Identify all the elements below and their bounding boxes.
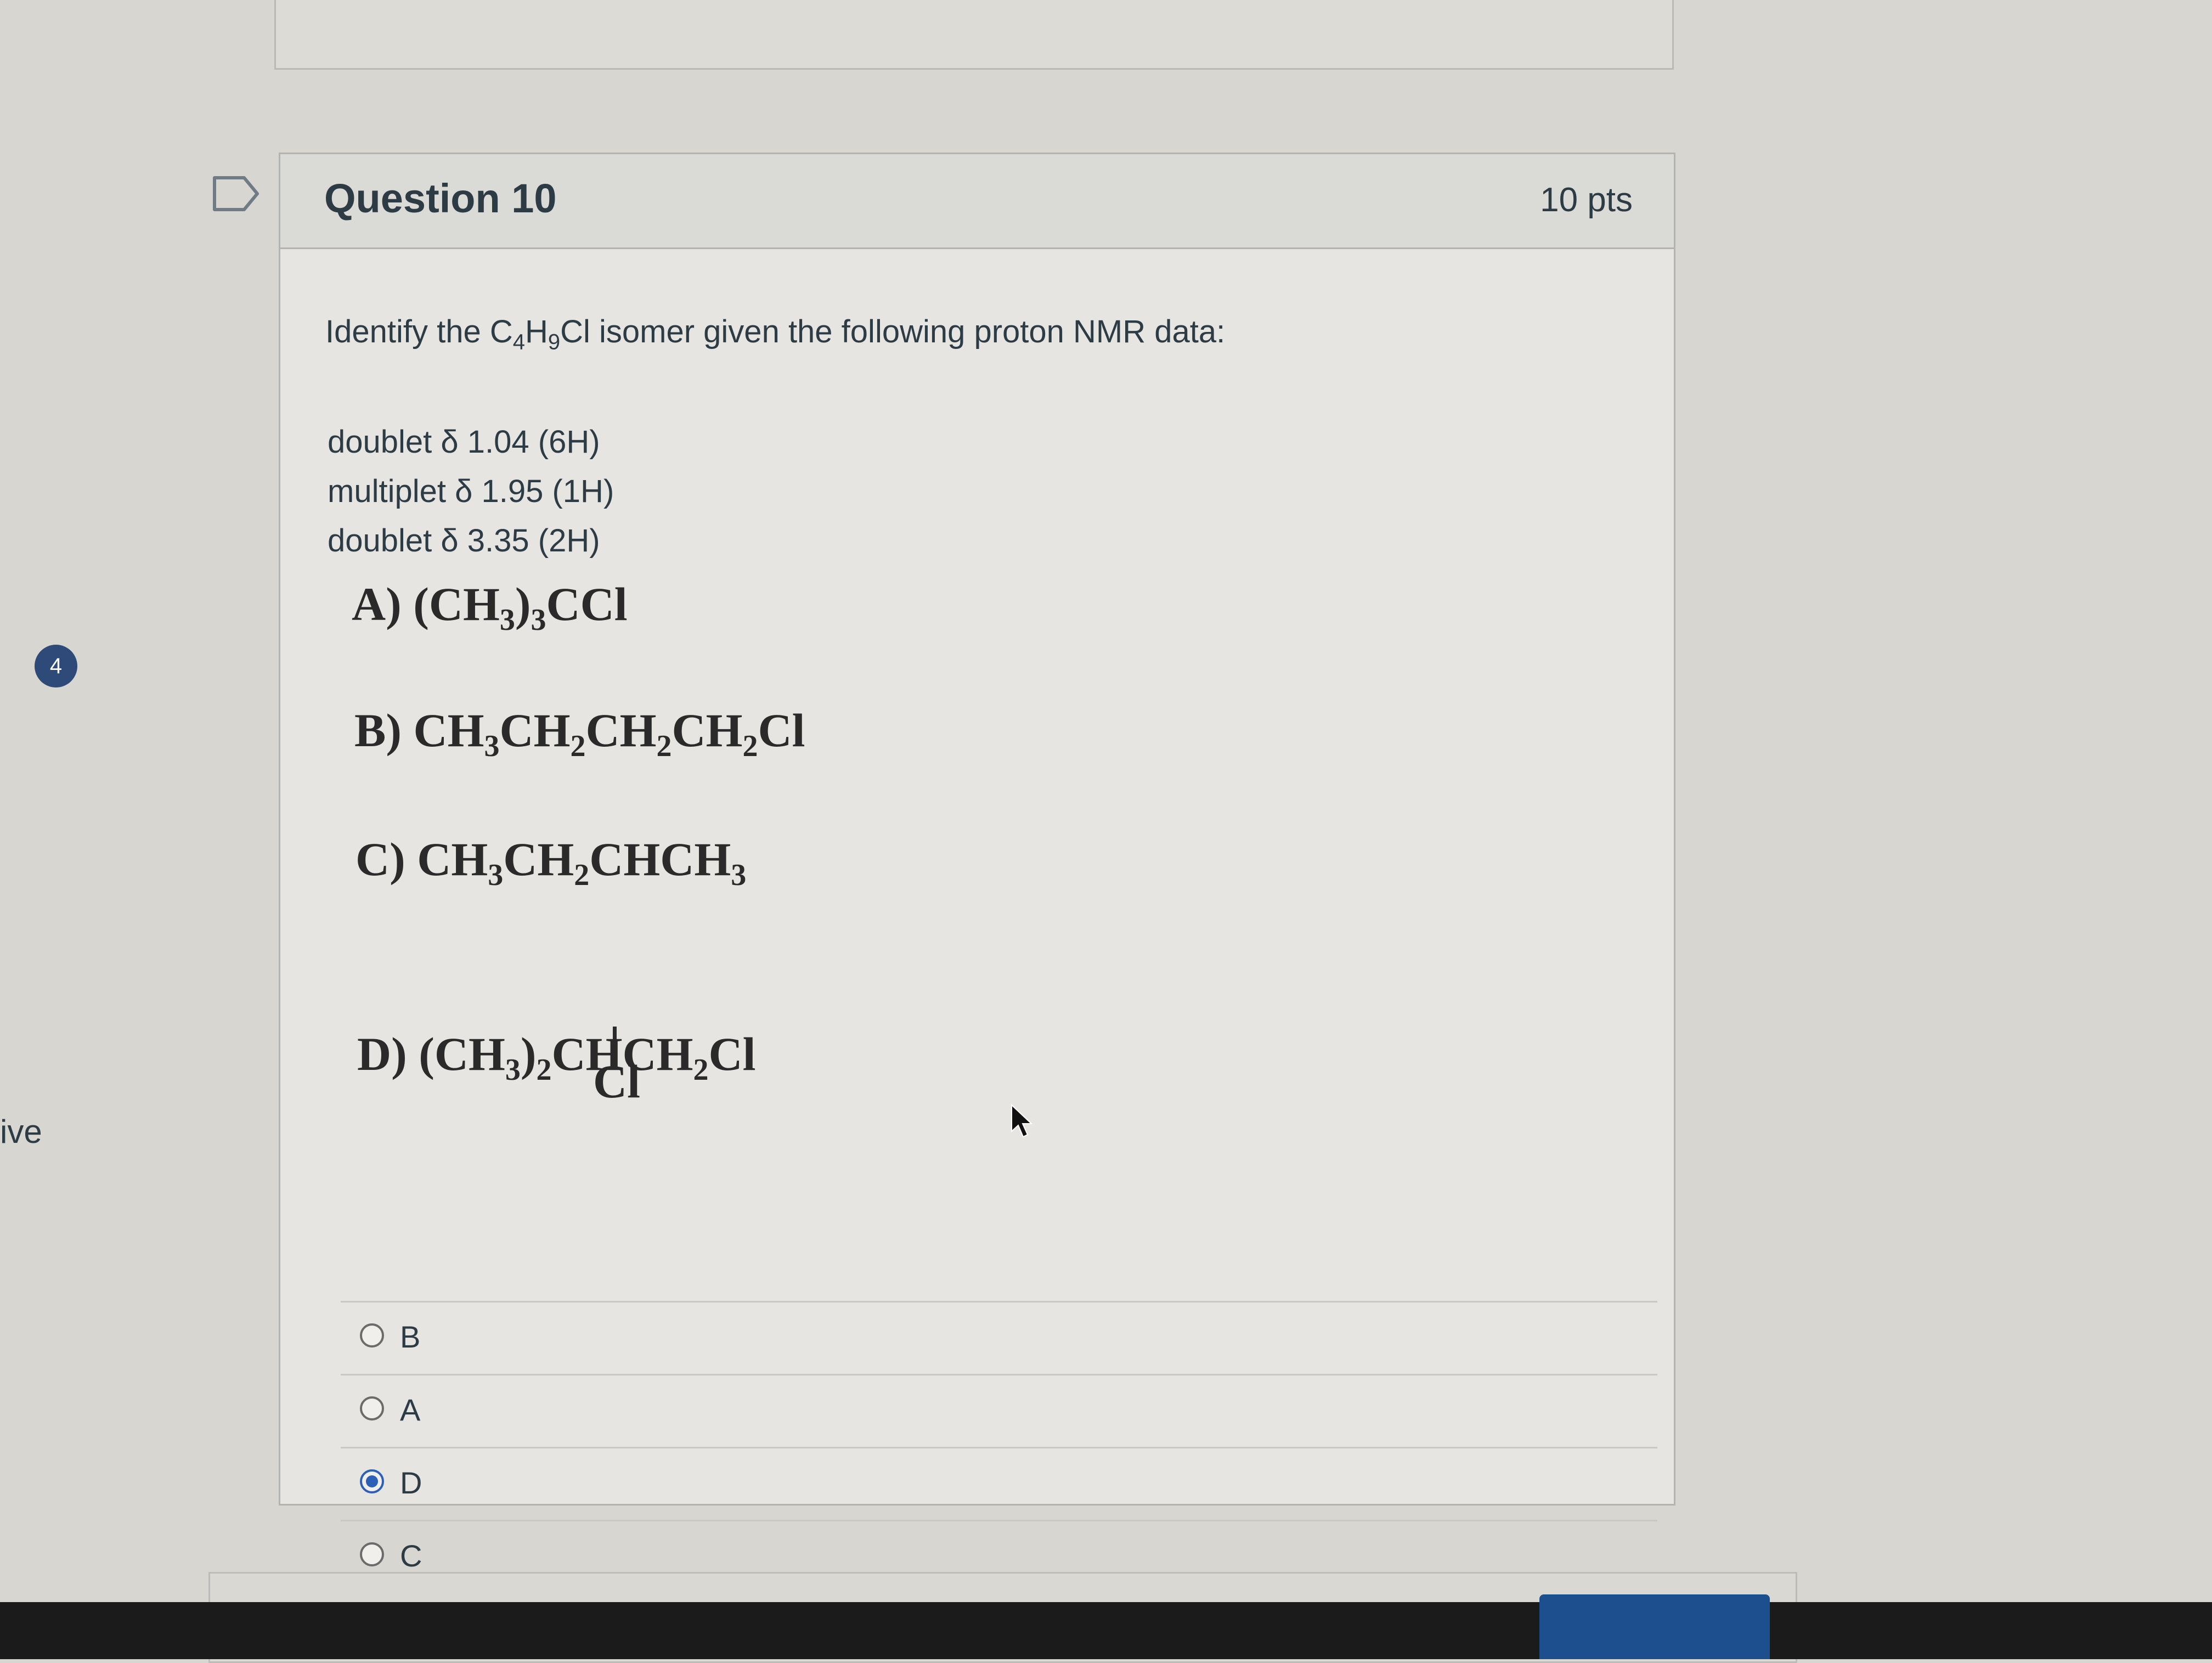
formula-subscript: 2 [656, 729, 672, 764]
choice-b-formula: B) CH3CH2CH2CH2Cl [354, 703, 805, 764]
answer-label: B [400, 1320, 421, 1354]
answer-label: D [400, 1465, 422, 1500]
nmr-line: doublet δ 3.35 (2H) [328, 523, 600, 559]
formula-subscript: 3 [488, 858, 504, 893]
prompt-subscript: 9 [548, 330, 561, 354]
nmr-line: doublet δ 1.04 (6H) [328, 424, 600, 460]
formula-subscript: 3 [531, 603, 546, 638]
formula-subscript: 2 [574, 858, 590, 893]
formula-subscript: 2 [742, 729, 758, 764]
formula-subscript: 2 [570, 729, 586, 764]
question-title: Question 10 [324, 176, 557, 221]
question-prompt: Identify the C4H9Cl isomer given the fol… [325, 313, 1225, 355]
formula-subscript: 2 [693, 1053, 709, 1087]
mouse-pointer-icon [1011, 1104, 1032, 1138]
choice-letter: B) [354, 704, 402, 757]
formula-part: Cl [708, 1028, 756, 1080]
answer-list: B A D C [341, 1301, 1657, 1593]
formula-part: CH [499, 704, 571, 757]
prompt-subscript: 4 [512, 330, 525, 354]
radio-button[interactable] [360, 1542, 384, 1566]
submit-quiz-button[interactable] [1539, 1594, 1770, 1659]
formula-part: CH [585, 704, 657, 757]
formula-part: ) [520, 1028, 537, 1080]
formula-part: CH [413, 704, 484, 757]
question-card: Question 10 10 pts Identify the C4H9Cl i… [279, 153, 1675, 1573]
formula-part: CCl [546, 578, 628, 630]
nmr-line: multiplet δ 1.95 (1H) [328, 473, 614, 509]
formula-part: CH [417, 833, 488, 886]
formula-part: CHCH [589, 833, 731, 886]
formula-subscript: 2 [536, 1053, 552, 1087]
choice-letter: D) [357, 1028, 407, 1080]
formula-subscript: 3 [499, 603, 515, 638]
answer-label: A [400, 1393, 421, 1427]
nmr-data-list: doublet δ 1.04 (6H) multiplet δ 1.95 (1H… [328, 418, 614, 566]
formula-part: (CH [419, 1028, 505, 1080]
choice-d-formula: D) (CH3)2CHCH2Cl [357, 1027, 756, 1087]
choice-a-formula: A) (CH3)3CCl [352, 577, 628, 638]
previous-question-box [274, 0, 1674, 70]
radio-button[interactable] [360, 1323, 384, 1348]
answer-option-a[interactable]: A [341, 1374, 1657, 1447]
formula-part: CH [503, 833, 574, 886]
answer-option-b[interactable]: B [341, 1301, 1657, 1374]
formula-part: (CH [413, 578, 500, 630]
question-header: Question 10 10 pts [280, 154, 1674, 249]
radio-button[interactable] [360, 1396, 384, 1420]
prompt-text: Cl isomer given the following proton NMR… [560, 314, 1226, 349]
prompt-text: H [525, 314, 548, 349]
formula-part: ) [515, 578, 531, 630]
formula-subscript: 3 [484, 729, 500, 764]
choice-c-formula: C) CH3CH2CHCH3 [356, 832, 746, 893]
formula-part: Cl [758, 704, 805, 757]
question-points: 10 pts [1540, 181, 1633, 219]
choice-letter: A) [352, 578, 402, 630]
sidebar-partial-text: ive [0, 1113, 42, 1150]
screen-bezel [0, 1602, 2212, 1659]
notification-badge: 4 [35, 645, 77, 687]
formula-subscript: 3 [505, 1053, 521, 1087]
answer-label: C [400, 1538, 422, 1573]
formula-part: CH [672, 704, 743, 757]
formula-part: CHCH [551, 1028, 693, 1080]
flag-question-icon[interactable] [211, 174, 261, 213]
formula-subscript: 3 [731, 858, 747, 893]
prompt-text: Identify the C [325, 314, 513, 349]
choice-letter: C) [356, 833, 405, 886]
radio-button-selected[interactable] [360, 1469, 384, 1493]
answer-option-d[interactable]: D [341, 1447, 1657, 1520]
